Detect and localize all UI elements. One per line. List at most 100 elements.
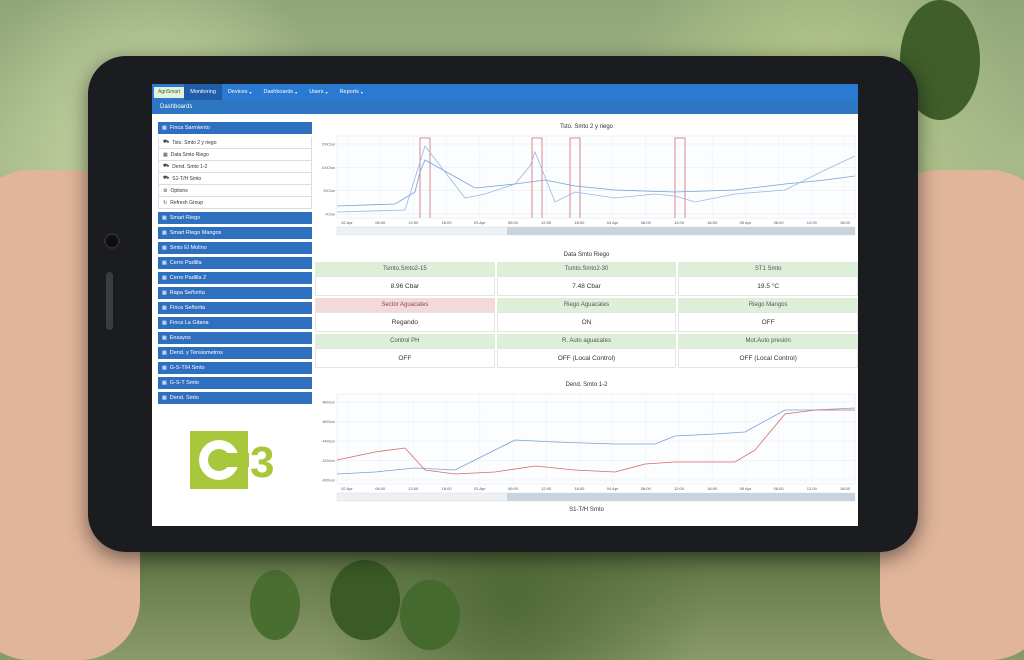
gear-icon: ⚙	[163, 187, 168, 194]
x-tick-label: 18:00	[442, 220, 453, 225]
tile-label: Control PH	[315, 334, 495, 348]
sidebar-subitem-label: Dend. Smto 1-2	[172, 163, 208, 170]
grid-icon: ▦	[162, 215, 167, 221]
nav-item-label: Users	[309, 89, 324, 95]
grid-icon: ▦	[162, 275, 167, 281]
x-tick-label: 18:00	[840, 486, 851, 491]
tile-value: OFF (Local Control)	[496, 348, 677, 368]
tile-value: 19.5 °C	[678, 276, 858, 296]
sidebar-subitem-label: Data Smto Riego	[170, 151, 209, 158]
grid-icon: ▦	[162, 365, 167, 371]
nav-item-label: Reports	[339, 89, 359, 95]
sidebar-group-label: G-S-T/H Smto	[169, 365, 205, 371]
sidebar-subitem[interactable]: ▦ Data Smto Riego	[158, 149, 312, 161]
sidebar: ▦ Finca Sarmiento ⛟ Tsto. Smto 2 y riego ▦…	[158, 122, 312, 407]
data-section-title-wrap: Data Smto Riego	[315, 250, 858, 260]
x-tick-label: 12:00	[807, 220, 818, 225]
sidebar-group-header[interactable]: ▦ Cerro Padilla	[158, 257, 312, 269]
grid-icon: ▦	[162, 260, 167, 266]
grid-icon: ▦	[163, 151, 168, 158]
sidebar-group-header[interactable]: ▦ G-S-T/H Smto	[158, 362, 312, 374]
speaker-grille	[106, 272, 113, 330]
x-tick-label: 06:00	[375, 486, 386, 491]
x-tick-label: 03 Apr	[474, 220, 486, 225]
tile-label: R. Auto aguacates	[496, 334, 677, 348]
tile-row: Sector Aguacates Regando Riego Aguacates ON…	[315, 298, 858, 332]
grid-icon: ▦	[162, 395, 167, 401]
status-tile[interactable]: Tsmto.Smto2-15 8.96 Cbar	[315, 262, 495, 296]
truck-icon: ⛟	[163, 175, 170, 181]
sidebar-subitem-label: Tsto. Smto 2 y riego	[172, 139, 217, 146]
grid-icon: ▦	[162, 290, 167, 296]
status-tile[interactable]: ST1 Smto 19.5 °C	[678, 262, 858, 296]
nav-item[interactable]: Monitoring	[184, 84, 222, 100]
x-tick-label: 18:00	[574, 220, 585, 225]
sidebar-group-header[interactable]: ▦ Cerro Padilla 2	[158, 272, 312, 284]
sidebar-group-header[interactable]: ▦ Smart Riego Mangos	[158, 227, 312, 239]
sidebar-group-header[interactable]: ▦ Finca Señorita	[158, 302, 312, 314]
sidebar-group-header[interactable]: ▦ Dend. Smto	[158, 392, 312, 404]
sidebar-subitem[interactable]: ⛟ Tsto. Smto 2 y riego	[158, 137, 312, 149]
nav-item[interactable]: Users ▾	[303, 84, 333, 100]
tile-value: 7.48 Cbar	[496, 276, 677, 296]
status-tiles: Tsmto.Smto2-15 8.96 Cbar Tsmto.Smto2-30 7.4…	[315, 262, 858, 370]
brand-logo[interactable]: AgriSmart	[154, 86, 185, 98]
x-tick-label: 06:00	[508, 220, 519, 225]
y-tick-label: 4000um	[322, 479, 335, 483]
status-tile[interactable]: Mot.Auto presión OFF (Local Control)	[678, 334, 858, 368]
chart-title: Dend. Smto 1-2	[565, 382, 608, 388]
x-tick-label: 12:00	[674, 486, 685, 491]
grid-icon: ▦	[162, 230, 167, 236]
top-navbar: AgriSmart Monitoring Devices ▾ Dashboards ▾ U…	[152, 84, 858, 100]
sidebar-group-header[interactable]: ▦ Dend. y Tensiometros	[158, 347, 312, 359]
sidebar-group-header[interactable]: ▦ Smto El Molino	[158, 242, 312, 254]
x-tick-label: 02 Apr	[341, 486, 353, 491]
sidebar-subitem[interactable]: ⛟ Dend. Smto 1-2	[158, 161, 312, 173]
sidebar-group-label: Dend. y Tensiometros	[169, 350, 223, 356]
y-tick-label: 4200um	[322, 459, 335, 463]
grid-icon: ▦	[162, 305, 167, 311]
status-tile[interactable]: Tsmto.Smto2-30 7.48 Cbar	[496, 262, 677, 296]
svg-text:3: 3	[250, 438, 274, 487]
status-tile[interactable]: R. Auto aguacates OFF (Local Control)	[496, 334, 677, 368]
status-tile[interactable]: Riego Aguacates ON	[496, 298, 677, 332]
sidebar-group-label: Cerro Padilla 2	[169, 275, 207, 281]
sidebar-group-header[interactable]: ▦ Finca Sarmiento	[158, 122, 312, 134]
sidebar-group-label: G-S-T Smto	[169, 380, 199, 386]
x-tick-label: 12:00	[408, 486, 419, 491]
sidebar-group-label: Dend. Smto	[169, 395, 199, 401]
line-chart: 150Cbar 100Cbar 50Cbar 0Cbar 02 Apr 06:00 12:0…	[322, 135, 856, 236]
x-tick-label: 05 Apr	[740, 220, 752, 225]
sidebar-subitem[interactable]: ↻ Refresh Group	[158, 197, 312, 209]
chevron-down-icon: ▾	[295, 89, 298, 95]
status-tile[interactable]: Riego Mangos OFF	[678, 298, 858, 332]
status-tile[interactable]: Sector Aguacates Regando	[315, 298, 495, 332]
sidebar-group-label: Finca Sarmiento	[169, 125, 210, 131]
x-tick-label: 06:00	[508, 486, 519, 491]
grid-icon: ▦	[162, 320, 167, 326]
sidebar-subitem-label: S1-T/H Smto	[172, 175, 202, 182]
sidebar-group-header[interactable]: ▦ Ensayos	[158, 332, 312, 344]
x-tick-label: 18:00	[707, 220, 718, 225]
sidebar-subitem[interactable]: ⛟ S1-T/H Smto	[158, 173, 312, 185]
status-tile[interactable]: Control PH OFF	[315, 334, 495, 368]
next-chart-title: S1-T/H Smto	[569, 507, 604, 513]
sidebar-subitem-label: Options	[170, 187, 188, 194]
x-tick-label: 12:00	[541, 486, 552, 491]
c3-logo: 3	[190, 431, 274, 489]
tile-label: ST1 Smto	[678, 262, 858, 276]
chart-title: Tsto. Smto 2 y riego	[559, 124, 614, 130]
tile-value: OFF	[678, 312, 858, 332]
nav-item[interactable]: Reports ▾	[334, 84, 369, 100]
nav-item[interactable]: Devices ▾	[222, 84, 258, 100]
dashboard-screen: AgriSmart Monitoring Devices ▾ Dashboards ▾ U…	[152, 84, 858, 526]
sidebar-group-header[interactable]: ▦ Smart Riego	[158, 212, 312, 224]
tile-label: Sector Aguacates	[315, 298, 495, 312]
sidebar-group-header[interactable]: ▦ G-S-T Smto	[158, 377, 312, 389]
sidebar-group-header[interactable]: ▦ Finca La Gitana	[158, 317, 312, 329]
sidebar-subitem[interactable]: ⚙ Options	[158, 185, 312, 197]
x-tick-label: 12:00	[541, 220, 552, 225]
y-tick-label: 100Cbar	[322, 166, 336, 170]
sidebar-group-header[interactable]: ▦ Rapa Señorita	[158, 287, 312, 299]
nav-item[interactable]: Dashboards ▾	[258, 84, 304, 100]
